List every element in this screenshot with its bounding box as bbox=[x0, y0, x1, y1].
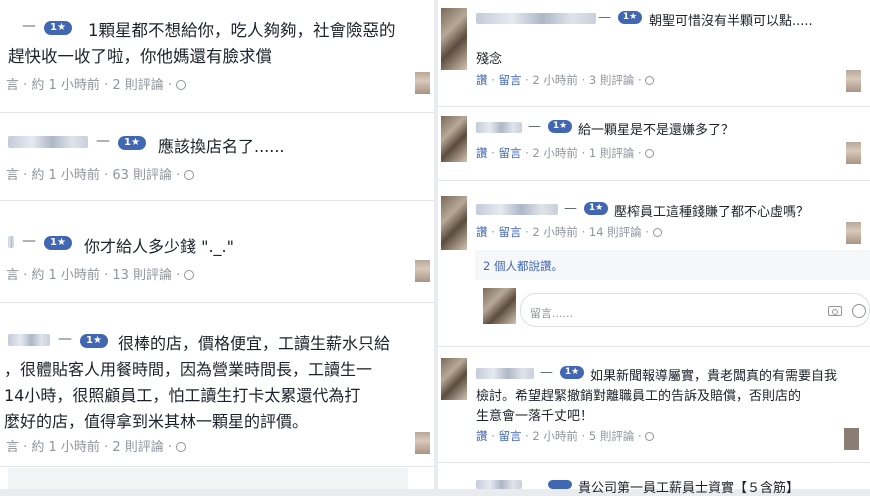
divider bbox=[438, 106, 870, 107]
review-meta: 讚 · 留言 · 2 小時前 · 1 則評論 · bbox=[476, 145, 655, 161]
globe-icon bbox=[645, 432, 655, 441]
current-user-avatar bbox=[483, 288, 516, 324]
review-meta: 讚 · 留言 · 2 小時前 · 14 則評論 · bbox=[476, 224, 662, 240]
review-meta: 言 · 約 1 小時前 · 2 則評論 · bbox=[6, 74, 187, 93]
globe-icon bbox=[176, 442, 187, 452]
review-text: 朝聖可惜沒有半顆可以點..... bbox=[649, 14, 813, 29]
review-text: 給一顆星是不是還嫌多了？ bbox=[578, 123, 735, 138]
emoji-icon[interactable] bbox=[852, 304, 866, 318]
dash-separator: — bbox=[540, 365, 553, 380]
rating-badge: 1★ bbox=[560, 366, 584, 379]
dash-separator: — bbox=[22, 18, 36, 34]
globe-icon bbox=[645, 149, 655, 158]
divider bbox=[0, 200, 434, 201]
rating-badge: 1★ bbox=[584, 202, 608, 215]
globe-icon bbox=[176, 80, 187, 90]
divider bbox=[438, 462, 870, 463]
divider bbox=[0, 466, 434, 467]
review-text: 如果新聞報導屬實，貴老闆真的有需要自我 bbox=[590, 369, 838, 384]
review-text: 壓榨員工這種錢賺了都不心虛嗎？ bbox=[614, 205, 810, 220]
like-link[interactable]: 讚 bbox=[476, 146, 488, 160]
review-text: 殘念 bbox=[476, 52, 503, 67]
reply-link[interactable]: 留言 bbox=[498, 73, 521, 87]
globe-icon bbox=[652, 228, 662, 237]
likes-summary-bar: 2 個人都說讚。 bbox=[475, 250, 870, 280]
globe-icon bbox=[184, 270, 195, 280]
dash-separator: — bbox=[598, 10, 611, 25]
dash-separator: — bbox=[564, 201, 577, 216]
left-reviews-panel: — 1★ 1顆星都不想給你，吃人夠夠，社會險惡的 趕快收一收了啦，你他媽還有臉求… bbox=[0, 0, 434, 489]
divider bbox=[0, 112, 434, 113]
thumbnail-image[interactable] bbox=[844, 428, 859, 450]
review-text: ，很體貼客人用餐時間，因為營業時間長，工讀生一 bbox=[4, 360, 373, 379]
review-text: 很棒的店，價格便宜，工讀生薪水只給 bbox=[118, 334, 391, 353]
review-text: 趕快收一收了啦，你他媽還有臉求償 bbox=[8, 47, 272, 66]
dash-separator: — bbox=[58, 331, 72, 347]
review-meta: 讚 · 留言 · 2 小時前 · 3 則評論 · bbox=[476, 72, 655, 88]
blurred-username bbox=[8, 136, 88, 148]
review-text: 生意會一落千丈吧！ bbox=[476, 409, 594, 424]
rating-badge: 1★ bbox=[618, 11, 642, 24]
camera-icon[interactable] bbox=[828, 306, 842, 316]
thumbnail-image[interactable] bbox=[415, 432, 430, 454]
avatar[interactable] bbox=[441, 8, 467, 70]
divider bbox=[438, 346, 870, 347]
blurred-username bbox=[476, 368, 534, 379]
rating-badge: 1★ bbox=[118, 136, 146, 150]
review-text: 檢討。希望趕緊撤銷對離職員工的告訴及賠償，否則店的 bbox=[476, 389, 802, 404]
review-text: 貴公司第一員工薪員士資實【５含筋】 bbox=[578, 481, 800, 496]
rating-badge: 1★ bbox=[44, 21, 72, 35]
review-text: 你才給人多少錢 "._." bbox=[84, 237, 234, 256]
reply-input[interactable]: 留言...... bbox=[520, 293, 870, 327]
reply-placeholder: 留言...... bbox=[530, 307, 573, 320]
blurred-username bbox=[476, 480, 522, 489]
review-meta: 言 · 約 1 小時前 · 13 則評論 · bbox=[6, 264, 195, 283]
thumbnail-image[interactable] bbox=[846, 142, 861, 164]
review-text: 1顆星都不想給你，吃人夠夠，社會險惡的 bbox=[88, 21, 396, 40]
rating-badge: 1★ bbox=[80, 334, 108, 348]
divider bbox=[0, 302, 434, 303]
globe-icon bbox=[645, 76, 655, 85]
likes-summary[interactable]: 2 個人都說讚。 bbox=[483, 258, 563, 274]
avatar[interactable] bbox=[441, 116, 467, 162]
next-review-placeholder bbox=[8, 468, 408, 489]
review-text: 14小時，很照顧員工，怕工讀生打卡太累還代為打 bbox=[4, 386, 361, 405]
review-meta: 言 · 約 1 小時前 · 2 則評論 · bbox=[6, 436, 187, 455]
like-link[interactable]: 讚 bbox=[476, 225, 488, 239]
globe-icon bbox=[184, 170, 195, 180]
reply-link[interactable]: 留言 bbox=[498, 429, 521, 443]
reply-link[interactable]: 留言 bbox=[498, 225, 521, 239]
thumbnail-image[interactable] bbox=[846, 70, 861, 92]
thumbnail-image[interactable] bbox=[846, 222, 861, 244]
like-link[interactable]: 讚 bbox=[476, 429, 488, 443]
reply-link[interactable]: 留言 bbox=[498, 146, 521, 160]
divider bbox=[438, 180, 870, 181]
dash-separator: — bbox=[96, 133, 110, 149]
avatar[interactable] bbox=[441, 358, 467, 400]
rating-badge bbox=[548, 480, 572, 489]
review-text: 麼好的店，值得拿到米其林一顆星的評價。 bbox=[4, 412, 309, 431]
blurred-username bbox=[8, 236, 14, 248]
review-text: 應該換店名了...... bbox=[158, 137, 285, 156]
review-meta: 言 · 約 1 小時前 · 63 則評論 · bbox=[6, 164, 195, 183]
thumbnail-image[interactable] bbox=[415, 72, 430, 94]
blurred-username bbox=[476, 13, 596, 24]
avatar[interactable] bbox=[441, 196, 467, 250]
thumbnail-image[interactable] bbox=[415, 260, 430, 282]
blurred-username bbox=[476, 204, 558, 215]
like-link[interactable]: 讚 bbox=[476, 73, 488, 87]
dash-separator: — bbox=[22, 233, 36, 249]
dash-separator: — bbox=[528, 119, 541, 134]
rating-badge: 1★ bbox=[44, 236, 72, 250]
blurred-username bbox=[476, 122, 522, 133]
rating-badge: 1★ bbox=[548, 120, 572, 133]
blurred-username bbox=[8, 334, 50, 346]
review-meta: 讚 · 留言 · 2 小時前 · 5 則評論 · bbox=[476, 428, 655, 444]
